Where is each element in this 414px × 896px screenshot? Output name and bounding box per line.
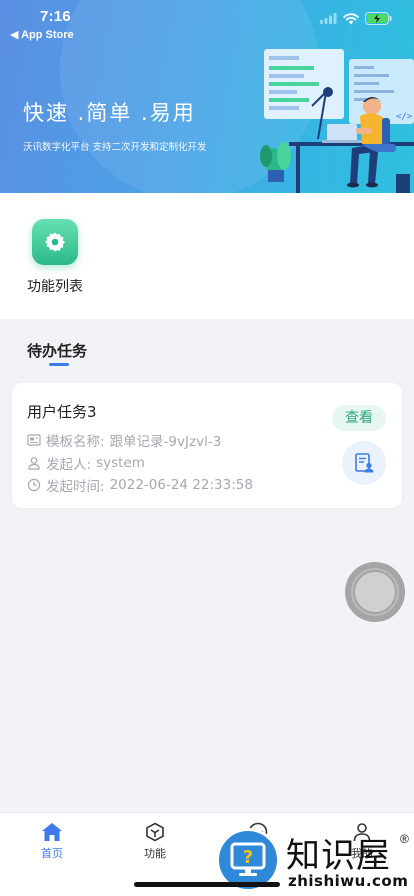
home-indicator <box>134 882 280 887</box>
hero-banner: 7:16 ◀ App Store 快速 .简单 .易用 沃讯数字化平台 支持二次… <box>0 0 414 193</box>
task-initiator-row: 发起人: system <box>27 453 145 473</box>
task-title: 用户任务3 <box>27 403 97 421</box>
svg-text:?: ? <box>243 847 253 868</box>
task-time-row: 发起时间: 2022-06-24 22:33:58 <box>27 475 253 495</box>
task-form-avatar <box>342 441 386 485</box>
time-label: 发起时间: <box>46 479 105 495</box>
assistive-touch-button[interactable] <box>345 562 405 622</box>
initiator-label: 发起人: <box>46 457 92 473</box>
clock-icon <box>27 478 41 492</box>
form-user-icon <box>355 453 374 473</box>
battery-charging-icon <box>365 12 392 25</box>
status-icons <box>320 12 392 25</box>
function-panel: 功能列表 <box>0 193 414 319</box>
svg-text:</>: </> <box>396 112 413 122</box>
tab-todo-tasks[interactable]: 待办任务 <box>27 340 87 361</box>
function-item-list[interactable]: 功能列表 <box>18 219 92 296</box>
user-icon <box>28 457 40 470</box>
watermark-en: zhishiwu.com <box>288 872 409 890</box>
watermark-registered: ® <box>400 832 409 846</box>
status-time: 7:16 <box>40 8 71 25</box>
task-card[interactable]: 用户任务3 查看 模板名称: 跟单记录-9vJzvl-3 发起人: system… <box>12 383 402 508</box>
tab-home-label: 首页 <box>41 847 63 860</box>
tab-functions-label: 功能 <box>144 847 166 860</box>
home-icon <box>42 823 62 841</box>
hero-subtitle: 沃讯数字化平台 支持二次开发和定制化开发 <box>23 142 207 153</box>
cube-icon <box>146 822 164 842</box>
initiator-value: system <box>96 455 145 471</box>
assistive-touch-ring <box>351 568 399 616</box>
function-icon-tile <box>32 219 78 265</box>
wifi-icon <box>343 12 359 24</box>
signal-icon <box>320 13 337 24</box>
status-bar: 7:16 ◀ App Store <box>0 0 414 44</box>
function-item-label: 功能列表 <box>27 279 83 295</box>
template-label: 模板名称: <box>46 434 105 450</box>
tab-home[interactable]: 首页 <box>22 821 82 861</box>
back-to-app-store[interactable]: ◀ App Store <box>10 28 74 41</box>
task-template-row: 模板名称: 跟单记录-9vJzvl-3 <box>27 430 221 450</box>
question-monitor-icon: ? <box>230 842 266 876</box>
gear-icon <box>45 232 65 252</box>
watermark-cn: 知识屋 <box>286 836 391 876</box>
template-value: 跟单记录-9vJzvl-3 <box>109 434 222 450</box>
template-icon <box>27 434 41 446</box>
view-button[interactable]: 查看 <box>332 405 386 431</box>
todo-tab-indicator <box>49 363 69 366</box>
tab-functions[interactable]: 功能 <box>125 821 185 861</box>
time-value: 2022-06-24 22:33:58 <box>109 477 253 493</box>
hero-title: 快速 .简单 .易用 <box>23 101 196 125</box>
developer-illustration: </> <box>260 49 414 193</box>
